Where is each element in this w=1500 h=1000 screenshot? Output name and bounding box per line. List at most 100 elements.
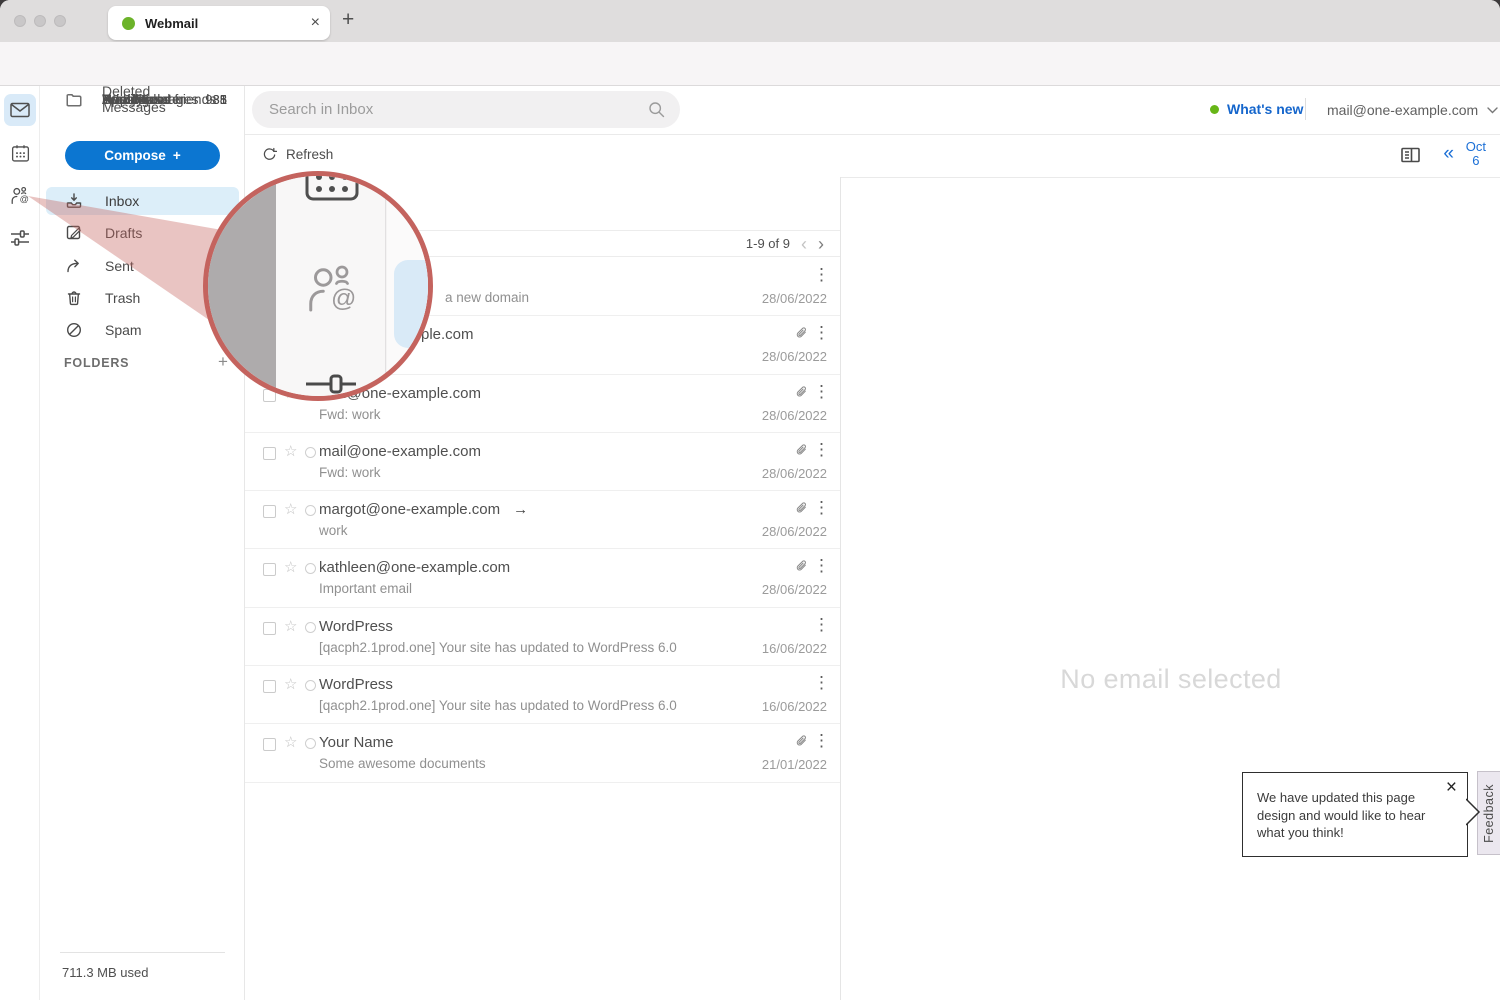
email-checkbox[interactable] xyxy=(263,680,276,693)
list-toolbar: Refresh « Oct 6 xyxy=(245,134,1500,177)
read-status-icon[interactable] xyxy=(305,563,316,574)
tab-title: Webmail xyxy=(145,16,311,31)
close-icon[interactable]: × xyxy=(1446,777,1457,799)
email-subject: Fwd: work xyxy=(319,465,381,480)
reading-pane-toggle[interactable] xyxy=(1401,147,1420,163)
kebab-menu-icon[interactable]: ⋮ xyxy=(813,673,830,693)
account-menu[interactable]: mail@one-example.com xyxy=(1327,102,1498,118)
tab-close-icon[interactable]: × xyxy=(311,14,320,32)
compose-button[interactable]: Compose + xyxy=(65,141,220,170)
browser-tab-strip: Webmail × + xyxy=(0,0,1500,42)
browser-tab[interactable]: Webmail × xyxy=(108,6,330,40)
feedback-message: We have updated this page design and wou… xyxy=(1257,789,1433,842)
email-date: 28/06/2022 xyxy=(762,291,827,306)
date-month: Oct xyxy=(1466,140,1486,154)
page-next-icon[interactable]: › xyxy=(818,235,824,253)
browser-navbar: https://mail.one.com/mail@one-example.co… xyxy=(0,42,1500,86)
rail-contacts-button[interactable]: @ xyxy=(4,180,36,212)
email-date: 28/06/2022 xyxy=(762,408,827,423)
kebab-menu-icon[interactable]: ⋮ xyxy=(813,440,830,460)
star-icon[interactable]: ☆ xyxy=(284,675,297,693)
magnified-calendar-icon xyxy=(304,171,360,202)
email-checkbox[interactable] xyxy=(263,563,276,576)
email-checkbox[interactable] xyxy=(263,505,276,518)
date-display[interactable]: Oct 6 xyxy=(1466,140,1486,168)
star-icon[interactable]: ☆ xyxy=(284,617,297,635)
window-minimize-button[interactable] xyxy=(34,15,46,27)
sidebar-item-label: Drafts xyxy=(105,225,142,241)
star-icon[interactable]: ☆ xyxy=(284,558,297,576)
attachment-paperclip-icon xyxy=(795,559,809,574)
refresh-button[interactable]: Refresh xyxy=(262,147,333,162)
rail-calendar-button[interactable] xyxy=(4,137,36,169)
email-sender: margot@one-example.com xyxy=(319,501,500,518)
kebab-menu-icon[interactable]: ⋮ xyxy=(813,323,830,343)
email-sender: ple.com xyxy=(421,326,474,343)
sidebar-folder-item[interactable]: WordPress 85 xyxy=(46,86,239,112)
magnified-backdrop xyxy=(208,176,276,401)
email-date: 28/06/2022 xyxy=(762,582,827,597)
read-status-icon[interactable] xyxy=(305,505,316,516)
chevron-down-icon xyxy=(1487,107,1498,114)
folder-label: WordPress xyxy=(102,91,193,107)
email-checkbox[interactable] xyxy=(263,738,276,751)
folders-header: FOLDERS xyxy=(64,356,129,370)
kebab-menu-icon[interactable]: ⋮ xyxy=(813,382,830,402)
sidebar-item-label: Sent xyxy=(105,258,134,274)
page-prev-icon[interactable]: ‹ xyxy=(801,235,807,253)
email-sender: mail@one-example.com xyxy=(319,443,481,460)
feedback-tab-label: Feedback xyxy=(1482,784,1496,843)
email-row[interactable]: ☆ margot@one-example.com → work ⋮ 28/06/… xyxy=(245,491,840,549)
kebab-menu-icon[interactable]: ⋮ xyxy=(813,498,830,518)
zoom-annotation-circle: @ xyxy=(203,171,433,401)
read-status-icon[interactable] xyxy=(305,738,316,749)
tab-favicon-icon xyxy=(122,17,135,30)
whats-new-link[interactable]: What's new xyxy=(1210,101,1303,117)
window-zoom-button[interactable] xyxy=(54,15,66,27)
svg-text:@: @ xyxy=(331,285,356,313)
email-date: 28/06/2022 xyxy=(762,349,827,364)
date-day: 6 xyxy=(1466,154,1486,168)
star-icon[interactable]: ☆ xyxy=(284,500,297,518)
whats-new-dot-icon xyxy=(1210,105,1219,114)
email-date: 16/06/2022 xyxy=(762,699,827,714)
read-status-icon[interactable] xyxy=(305,447,316,458)
search-icon xyxy=(648,101,665,118)
feedback-popup: We have updated this page design and wou… xyxy=(1242,772,1468,857)
kebab-menu-icon[interactable]: ⋮ xyxy=(813,731,830,751)
star-icon[interactable]: ☆ xyxy=(284,733,297,751)
read-status-icon[interactable] xyxy=(305,680,316,691)
rail-mail-button[interactable] xyxy=(4,94,36,126)
no-email-selected-text: No email selected xyxy=(842,664,1500,695)
contacts-icon: @ xyxy=(9,185,31,207)
star-icon[interactable]: ☆ xyxy=(284,442,297,460)
rail-settings-button[interactable] xyxy=(4,222,36,254)
compose-label: Compose xyxy=(104,148,166,163)
email-row[interactable]: ☆ Your Name → Some awesome documents ⋮ 2… xyxy=(245,724,840,782)
spam-icon xyxy=(65,321,83,339)
email-checkbox[interactable] xyxy=(263,622,276,635)
email-row[interactable]: ☆ mail@one-example.com → Fwd: work ⋮ 28/… xyxy=(245,433,840,491)
email-row[interactable]: ☆ WordPress → [qacph2.1prod.one] Your si… xyxy=(245,666,840,724)
email-subject: work xyxy=(319,523,348,538)
attachment-paperclip-icon xyxy=(795,734,809,749)
kebab-menu-icon[interactable]: ⋮ xyxy=(813,265,830,285)
email-row[interactable]: ☆ WordPress → [qacph2.1prod.one] Your si… xyxy=(245,608,840,666)
window-controls xyxy=(14,15,66,27)
email-subject: Important email xyxy=(319,581,412,596)
collapse-pane-button[interactable]: « xyxy=(1443,143,1454,165)
attachment-paperclip-icon xyxy=(795,385,809,400)
kebab-menu-icon[interactable]: ⋮ xyxy=(813,615,830,635)
sent-icon xyxy=(65,257,83,275)
search-input[interactable] xyxy=(252,91,680,128)
email-subject: Some awesome documents xyxy=(319,756,486,771)
email-date: 28/06/2022 xyxy=(762,466,827,481)
read-status-icon[interactable] xyxy=(305,622,316,633)
new-tab-button[interactable]: + xyxy=(342,8,354,32)
window-close-button[interactable] xyxy=(14,15,26,27)
email-row[interactable]: ☆ kathleen@one-example.com → Important e… xyxy=(245,549,840,607)
feedback-pointer xyxy=(1466,798,1481,826)
email-checkbox[interactable] xyxy=(263,447,276,460)
sliders-icon xyxy=(10,229,30,247)
kebab-menu-icon[interactable]: ⋮ xyxy=(813,556,830,576)
